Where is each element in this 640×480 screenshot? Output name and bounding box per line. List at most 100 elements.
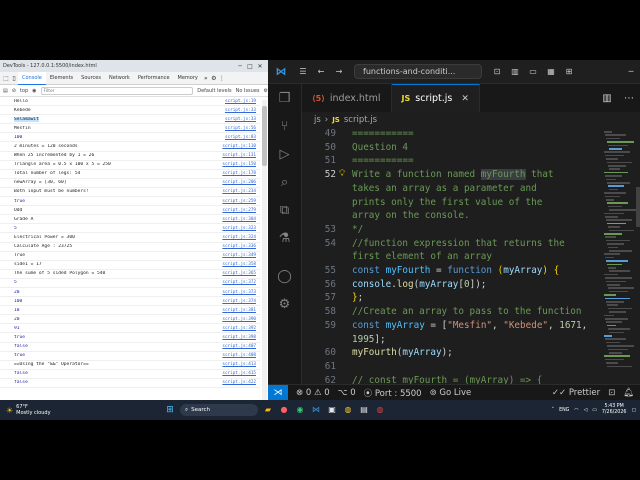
close-icon[interactable]: ✕	[461, 94, 469, 104]
console-source-link[interactable]: script.js:408	[222, 353, 256, 358]
minimap[interactable]	[602, 127, 636, 384]
console-source-link[interactable]: script.js:381	[222, 308, 256, 313]
code-line[interactable]: 56 console.log(myArray[0]);	[302, 278, 602, 292]
tab-index-html[interactable]: ⟨5⟩ index.html	[302, 84, 392, 112]
code-line[interactable]: first element of an array	[302, 250, 602, 264]
breadcrumb-file[interactable]: script.js	[344, 115, 377, 125]
code-line[interactable]: prints only the first value of the	[302, 196, 602, 210]
store-icon[interactable]: ▤	[358, 404, 370, 416]
manage-gear-icon[interactable]: ⚙	[268, 290, 301, 318]
code-line[interactable]: 1995];	[302, 333, 602, 347]
code-line[interactable]: 54 //function expression that returns the	[302, 237, 602, 251]
console-source-link[interactable]: script.js:398	[222, 335, 256, 340]
command-center[interactable]: functions-and-conditi...	[354, 64, 482, 79]
file-explorer-icon[interactable]: ▰	[262, 404, 274, 416]
prettier-status[interactable]: ✓✓ Prettier	[552, 388, 600, 398]
console-source-link[interactable]: script.js:336	[222, 244, 256, 249]
windows-start-icon[interactable]: ⊞	[164, 405, 176, 415]
port-status[interactable]: ⦿ Port : 5500	[364, 387, 422, 399]
console-source-link[interactable]: script.js:374	[222, 299, 256, 304]
tab-elements[interactable]: Elements	[46, 72, 77, 85]
problems-status[interactable]: ⊗ 0 ⚠ 0	[296, 388, 330, 398]
layout-panel-icon[interactable]: ▭	[524, 67, 542, 76]
forward-arrow-icon[interactable]: →	[330, 67, 348, 76]
code-editor[interactable]: 49 =========== 50 Question 4 51 ==========…	[302, 127, 602, 384]
console-source-link[interactable]: script.js:178	[222, 171, 256, 176]
tab-script-js[interactable]: JS script.js ✕	[391, 84, 480, 112]
code-line[interactable]: 60 myFourth(myArray);	[302, 346, 602, 360]
split-editor-icon[interactable]: ▥	[596, 84, 618, 112]
layout-secondary-icon[interactable]: ▦	[542, 67, 560, 76]
bell-icon[interactable]: 🔔︎	[623, 388, 634, 398]
console-scrollbar[interactable]	[262, 100, 267, 400]
console-source-link[interactable]: script.js:415	[222, 371, 256, 376]
search-icon[interactable]: ⌕	[268, 168, 301, 196]
explorer-icon[interactable]: ❐	[268, 84, 301, 112]
testing-icon[interactable]: ⚗	[268, 224, 301, 252]
console-source-link[interactable]: script.js:83	[225, 135, 256, 140]
copilot-icon[interactable]: ⊡	[488, 67, 506, 76]
console-source-link[interactable]: script.js:19	[225, 99, 256, 104]
chevron-up-icon[interactable]: ˄	[552, 408, 554, 413]
tab-sources[interactable]: Sources	[77, 72, 105, 85]
console-source-link[interactable]: script.js:33	[225, 117, 256, 122]
issues-label[interactable]: No Issues	[236, 88, 260, 94]
code-line[interactable]: 62 // const myFourth = (myArray) => {	[302, 374, 602, 384]
code-line[interactable]: 55 const myFourth = function (myArray) {	[302, 264, 602, 278]
extensions-icon[interactable]: ⧉	[268, 196, 301, 224]
levels-dropdown[interactable]: Default levels	[197, 88, 231, 94]
source-control-icon[interactable]: ⑂	[268, 112, 301, 140]
code-line[interactable]: array on the console.	[302, 209, 602, 223]
minimize-icon[interactable]: ─	[622, 67, 640, 76]
code-line[interactable]: 59 const myArray = ["Mesfin", "Kebede", 1…	[302, 319, 602, 333]
code-line[interactable]: 51 ===========	[302, 154, 602, 168]
taskbar-search[interactable]: ⌕ Search	[180, 404, 258, 416]
run-debug-icon[interactable]: ▷	[268, 140, 301, 168]
maximize-icon[interactable]: □	[245, 63, 255, 70]
tab-network[interactable]: Network	[105, 72, 134, 85]
more-actions-icon[interactable]: ⋯	[618, 84, 640, 112]
terminal-icon[interactable]: ▣	[326, 404, 338, 416]
code-line[interactable]: 49 ===========	[302, 127, 602, 141]
console-source-link[interactable]: script.js:372	[222, 280, 256, 285]
code-line[interactable]: 53 */	[302, 223, 602, 237]
code-line[interactable]: 57};	[302, 291, 602, 305]
scrollbar-thumb[interactable]	[636, 187, 640, 227]
close-icon[interactable]: ✕	[255, 63, 265, 70]
lang-indicator[interactable]: ENG	[559, 408, 569, 413]
console-source-link[interactable]: script.js:413	[222, 362, 256, 367]
clock[interactable]: 5:43 PM 7/26/2026	[602, 404, 627, 416]
layout-customize-icon[interactable]: ⊞	[560, 67, 578, 76]
remote-icon[interactable]: ⋊	[268, 384, 288, 400]
vscode-taskbar-icon[interactable]: ⋈	[310, 404, 322, 416]
weather-widget[interactable]: ☀ 67°F Mostly cloudy	[0, 404, 70, 416]
edge-icon[interactable]: ◉	[294, 404, 306, 416]
scrollbar-thumb[interactable]	[262, 106, 267, 166]
console-source-link[interactable]: script.js:131	[222, 153, 256, 158]
console-source-link[interactable]: script.js:373	[222, 290, 256, 295]
console-source-link[interactable]: script.js:56	[225, 126, 256, 131]
back-arrow-icon[interactable]: ←	[312, 67, 330, 76]
console-source-link[interactable]: script.js:206	[222, 180, 256, 185]
console-source-link[interactable]: script.js:110	[222, 144, 256, 149]
code-line[interactable]: 50 Question 4	[302, 141, 602, 155]
gear-icon[interactable]: ⚙	[210, 75, 218, 82]
volume-icon[interactable]: ◁	[584, 408, 588, 413]
console-source-link[interactable]: script.js:324	[222, 235, 256, 240]
notification-icon[interactable]: ▢	[631, 408, 636, 413]
eye-icon[interactable]: ◉	[32, 88, 36, 94]
wifi-icon[interactable]: ◠	[574, 408, 578, 413]
chrome-icon[interactable]: ◍	[342, 404, 354, 416]
console-source-link[interactable]: script.js:323	[222, 226, 256, 231]
context-select[interactable]: top	[20, 88, 28, 94]
code-line[interactable]: 58 //Create an array to pass to the funct…	[302, 305, 602, 319]
layout-sidebar-icon[interactable]: ▥	[506, 67, 524, 76]
console-source-link[interactable]: script.js:234	[222, 189, 256, 194]
lightbulb-icon[interactable]: 💡︎	[339, 168, 345, 182]
copilot-status-icon[interactable]: ⊡	[608, 388, 615, 398]
menu-icon[interactable]: ☰	[294, 67, 312, 76]
go-live-button[interactable]: ⊚ Go Live	[430, 388, 472, 398]
console-source-link[interactable]: script.js:259	[222, 199, 256, 204]
device-icon[interactable]: ▯	[10, 75, 18, 82]
console-source-link[interactable]: script.js:422	[222, 380, 256, 385]
